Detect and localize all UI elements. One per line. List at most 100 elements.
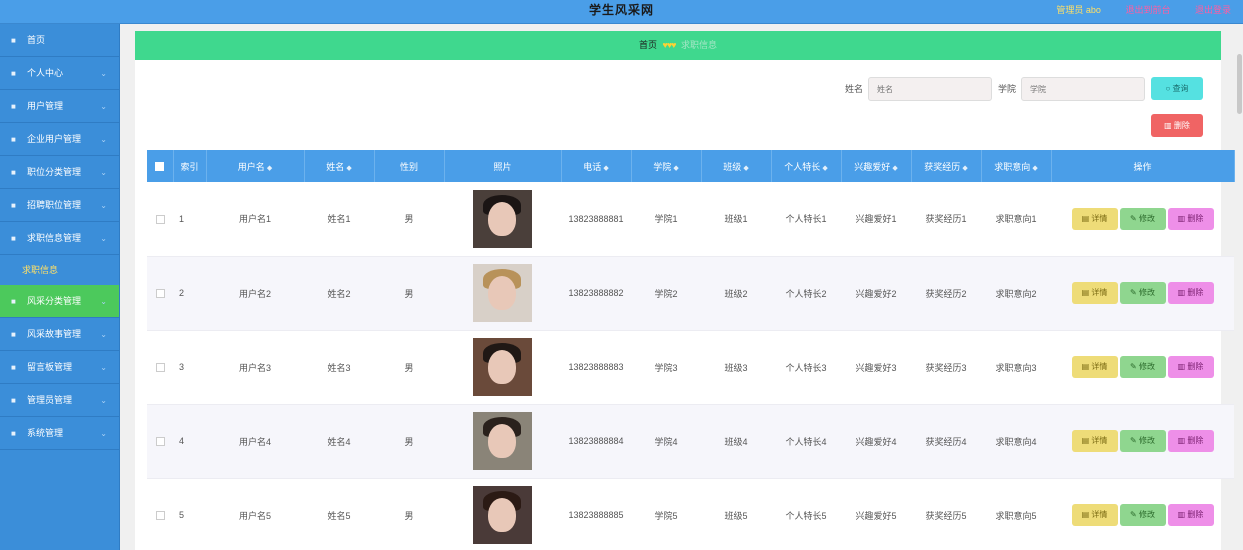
column-header-3[interactable]: 性别 (374, 150, 445, 182)
breadcrumb-separator-icon: ♥♥♥ (662, 40, 676, 50)
detail-button[interactable]: ▤ 详情 (1071, 356, 1118, 378)
delete-button[interactable]: ▥ 删除 (1167, 504, 1214, 526)
bulk-delete-button[interactable]: ▥ 删除 (1151, 114, 1203, 137)
column-header-11[interactable]: 求职意向 ◆ (981, 150, 1052, 182)
sort-icon[interactable]: ◆ (346, 165, 351, 172)
row-checkbox[interactable] (155, 511, 165, 521)
sort-icon[interactable]: ◆ (1032, 165, 1037, 172)
sort-icon[interactable]: ◆ (673, 165, 678, 172)
detail-button[interactable]: ▤ 详情 (1071, 430, 1118, 452)
cell-gender: 男 (374, 330, 444, 405)
sidebar-item-4[interactable]: ■ 职位分类管理 ⌄ (0, 156, 119, 189)
back-to-frontend-link[interactable]: 退出到前台 (1125, 5, 1170, 15)
logout-link[interactable]: 退出登录 (1195, 5, 1231, 15)
cell-phone: 13823888883 (561, 330, 631, 405)
query-button[interactable]: ○ 查询 (1151, 77, 1203, 100)
sort-icon[interactable]: ◆ (603, 165, 608, 172)
column-header-9[interactable]: 兴趣爱好 ◆ (841, 150, 912, 182)
top-header: 学生风采网 管理员 abo 退出到前台 退出登录 (0, 0, 1243, 24)
chevron-down-icon: ⌄ (100, 429, 107, 438)
sidebar-item-3[interactable]: ■ 企业用户管理 ⌄ (0, 123, 119, 156)
cell-index: 2 (173, 256, 206, 331)
select-all-checkbox[interactable] (155, 162, 165, 172)
cell-awards: 获奖经历1 (911, 182, 981, 257)
edit-button[interactable]: ✎ 修改 (1119, 504, 1166, 526)
sort-icon[interactable]: ◆ (892, 165, 897, 172)
sidebar-item-1[interactable]: ■ 个人中心 ⌄ (0, 57, 119, 90)
edit-button[interactable]: ✎ 修改 (1119, 282, 1166, 304)
sidebar-item-0[interactable]: ■ 首页 (0, 24, 119, 57)
column-header-8[interactable]: 个人特长 ◆ (771, 150, 842, 182)
sort-icon[interactable]: ◆ (267, 165, 272, 172)
sidebar-item-5[interactable]: ■ 招聘职位管理 ⌄ (0, 189, 119, 222)
chevron-down-icon: ⌄ (100, 234, 107, 243)
cell-college: 学院2 (631, 256, 701, 331)
main-content: 首页 ♥♥♥ 求职信息 姓名 学院 ○ 查询 ▥ 删除 索引用户名◆姓名◆性别照… (135, 31, 1235, 550)
delete-button[interactable]: ▥ 删除 (1167, 282, 1214, 304)
photo-cell (444, 256, 561, 331)
cell-name: 姓名5 (304, 478, 374, 550)
sidebar-item-11[interactable]: ■ 管理员管理 ⌄ (0, 384, 119, 417)
copy-icon: ■ (11, 135, 16, 144)
photo-cell (444, 182, 561, 257)
breadcrumb: 首页 ♥♥♥ 求职信息 (135, 31, 1221, 60)
delete-button[interactable]: ▥ 删除 (1167, 356, 1214, 378)
detail-button[interactable]: ▤ 详情 (1071, 207, 1118, 230)
column-header-6[interactable]: 学院 ◆ (631, 150, 702, 182)
cell-username: 用户名1 (206, 182, 304, 257)
cell-college: 学院3 (631, 330, 701, 405)
name-label: 姓名 (845, 84, 864, 94)
cell-college: 学院4 (631, 404, 701, 479)
edit-button[interactable]: ✎ 修改 (1119, 430, 1166, 452)
cell-phone: 13823888885 (561, 478, 631, 550)
sidebar-item-9[interactable]: ■ 风采故事管理 ⌄ (0, 318, 119, 351)
page-scrollbar[interactable] (1236, 24, 1243, 550)
bulk-delete-label: 删除 (1173, 121, 1190, 130)
sidebar-item-12[interactable]: ■ 系统管理 ⌄ (0, 417, 119, 450)
column-header-7[interactable]: 班级 ◆ (701, 150, 772, 182)
sort-icon[interactable]: ◆ (743, 165, 748, 172)
column-header-label: 获奖经历 (924, 161, 961, 172)
breadcrumb-home[interactable]: 首页 (639, 40, 657, 50)
sidebar-item-8[interactable]: ■ 风采分类管理 ⌄ (0, 285, 119, 318)
column-header-4[interactable]: 照片 (444, 150, 562, 182)
query-button-label: 查询 (1172, 84, 1189, 93)
college-search-input[interactable] (1021, 77, 1145, 101)
cell-class: 班级1 (701, 182, 771, 257)
delete-button[interactable]: ▥ 删除 (1167, 430, 1214, 452)
row-checkbox[interactable] (155, 437, 165, 447)
detail-label: 详情 (1091, 213, 1108, 223)
sidebar-item-6[interactable]: ■ 求职信息管理 ⌄ (0, 222, 119, 255)
send-icon: ■ (11, 102, 16, 111)
sort-icon[interactable]: ◆ (822, 165, 827, 172)
compass-icon: ■ (11, 168, 16, 177)
sidebar-item-2[interactable]: ■ 用户管理 ⌄ (0, 90, 119, 123)
photo-cell (444, 404, 561, 479)
column-header-2[interactable]: 姓名 ◆ (304, 150, 375, 182)
cell-index: 3 (173, 330, 206, 405)
detail-button[interactable]: ▤ 详情 (1071, 504, 1118, 526)
delete-button[interactable]: ▥ 删除 (1167, 207, 1214, 230)
edit-button[interactable]: ✎ 修改 (1119, 356, 1166, 378)
cell-gender: 男 (374, 478, 444, 550)
cell-specialty: 个人特长4 (771, 404, 841, 479)
cell-class: 班级2 (701, 256, 771, 331)
row-checkbox[interactable] (155, 363, 165, 373)
cell-phone: 13823888882 (561, 256, 631, 331)
sidebar-item-7[interactable]: 求职信息 (0, 255, 119, 285)
row-checkbox[interactable] (155, 289, 165, 299)
sidebar-item-10[interactable]: ■ 留言板管理 ⌄ (0, 351, 119, 384)
column-header-1[interactable]: 用户名 ◆ (206, 150, 305, 182)
column-header-5[interactable]: 电话 ◆ (561, 150, 632, 182)
scrollbar-thumb[interactable] (1237, 54, 1242, 114)
trash-icon: ▥ (1164, 121, 1172, 130)
cell-gender: 男 (374, 182, 444, 257)
edit-button[interactable]: ✎ 修改 (1119, 207, 1166, 230)
row-checkbox[interactable] (155, 214, 165, 224)
column-header-10[interactable]: 获奖经历 ◆ (911, 150, 982, 182)
detail-button[interactable]: ▤ 详情 (1071, 282, 1118, 304)
chevron-down-icon: ⌄ (100, 363, 107, 372)
name-search-input[interactable] (868, 77, 992, 101)
sort-icon[interactable]: ◆ (962, 165, 967, 172)
chevron-down-icon: ⌄ (100, 135, 107, 144)
